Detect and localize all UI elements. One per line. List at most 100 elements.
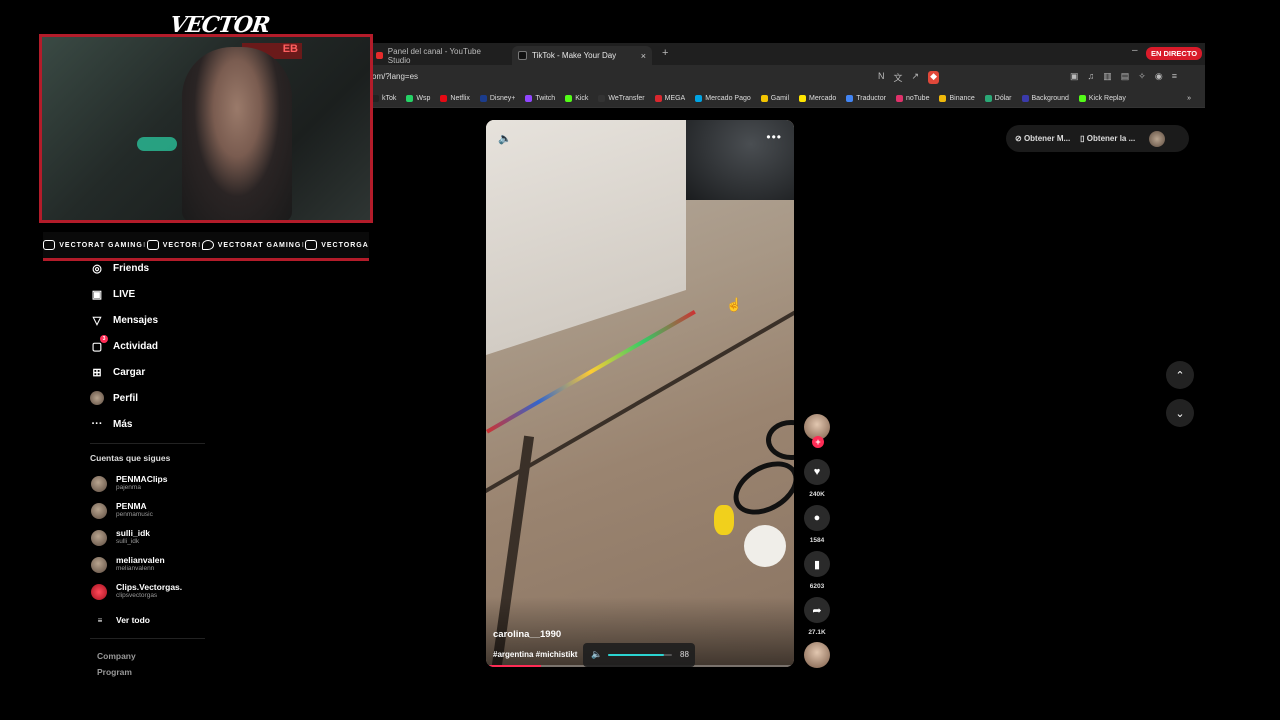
video-username[interactable]: carolina__1990 bbox=[493, 629, 561, 640]
sidebar-item-live[interactable]: ▣ LIVE bbox=[90, 287, 135, 301]
toolbar-icons: ▣ ♫ ▥ ▤ ✧ ◉ ≡ bbox=[1070, 71, 1177, 82]
bookmark-item[interactable]: Background bbox=[1021, 94, 1069, 102]
vpn-icon[interactable]: ◉ bbox=[1155, 71, 1163, 82]
volume-slider-fill bbox=[608, 654, 665, 656]
previous-video-button[interactable]: ⌃ bbox=[1166, 361, 1194, 389]
tab-youtube-studio[interactable]: Panel del canal - YouTube Studio bbox=[370, 46, 508, 65]
bookmark-item[interactable]: Traductor bbox=[846, 94, 886, 102]
bookmark-item[interactable]: Gamil bbox=[760, 94, 789, 102]
bookmark-label: WeTransfer bbox=[608, 94, 645, 102]
bookmark-item[interactable]: Wsp bbox=[406, 94, 430, 102]
video-hashtags[interactable]: #argentina #michistikt bbox=[493, 650, 577, 659]
speaker-icon[interactable]: 🔈 bbox=[591, 649, 602, 660]
brave-shield-icon[interactable]: ◆ bbox=[928, 71, 939, 84]
sidebar-icon[interactable]: ▥ bbox=[1103, 71, 1112, 82]
sidebar-item-friends[interactable]: ◎ Friends bbox=[90, 261, 149, 275]
volume-slider[interactable] bbox=[608, 654, 672, 656]
close-tab-icon[interactable]: × bbox=[641, 51, 646, 61]
share-button[interactable]: ➦ bbox=[804, 597, 830, 623]
leo-icon[interactable]: ✧ bbox=[1138, 71, 1146, 82]
tab-tiktok[interactable]: TikTok - Make Your Day × bbox=[512, 46, 652, 65]
chevron-up-icon: ⌃ bbox=[1175, 369, 1185, 382]
footer-program-link[interactable]: Program bbox=[97, 667, 132, 677]
sound-disc-avatar[interactable] bbox=[804, 642, 830, 668]
wallet-icon[interactable]: ▤ bbox=[1121, 71, 1130, 82]
bookmark-item[interactable]: Kick bbox=[565, 94, 588, 102]
sidebar-item-label: Mensajes bbox=[113, 314, 159, 326]
bookmark-item[interactable]: Disney+ bbox=[479, 94, 515, 102]
bookmark-item[interactable]: Mercado bbox=[799, 94, 836, 102]
bookmark-item[interactable]: kTok bbox=[372, 94, 396, 102]
bookmark-item[interactable]: Dólar bbox=[984, 94, 1012, 102]
tab-label: Panel del canal - YouTube Studio bbox=[387, 46, 481, 65]
bookmark-item[interactable]: Twitch bbox=[525, 94, 556, 102]
address-bar[interactable]: om/?lang=es N 文 ↗ ◆ ▣ ♫ ▥ ▤ ✧ ◉ ≡ bbox=[370, 65, 1205, 89]
bookmark-icon bbox=[1078, 94, 1086, 102]
footer-company-link[interactable]: Company bbox=[97, 651, 136, 661]
bookmark-item[interactable]: WeTransfer bbox=[598, 94, 645, 102]
next-video-button[interactable]: ⌄ bbox=[1166, 399, 1194, 427]
followed-account[interactable]: PENMAClips pajenma bbox=[91, 475, 167, 492]
sidebar-item-label: Cargar bbox=[113, 366, 146, 378]
like-button[interactable]: ♥ bbox=[804, 459, 830, 485]
account-name: PENMA bbox=[116, 501, 147, 511]
bookmark-icon bbox=[799, 94, 807, 102]
sidebar-item-activity[interactable]: ▢ 3 Actividad bbox=[90, 335, 158, 353]
user-avatar[interactable] bbox=[1149, 130, 1166, 147]
reader-icon[interactable]: N bbox=[878, 71, 885, 84]
avatar bbox=[91, 583, 107, 600]
get-app-1-button[interactable]: ⊘ Obtener M... bbox=[1015, 134, 1070, 143]
sound-icon[interactable]: 🔈 bbox=[498, 132, 512, 145]
bookmark-item[interactable]: noTube bbox=[895, 94, 929, 102]
bookmark-item[interactable]: Mercado Pago bbox=[695, 94, 751, 102]
messages-icon: ▽ bbox=[92, 314, 102, 327]
bookmark-item[interactable]: MEGA bbox=[654, 94, 686, 102]
more-options-icon[interactable]: ••• bbox=[766, 130, 782, 144]
twitch-social: VECTOR bbox=[146, 240, 198, 250]
minimize-button[interactable]: – bbox=[1132, 45, 1138, 56]
sidebar-item-messages[interactable]: ▽ Mensajes bbox=[90, 313, 158, 327]
social-label: VECTOR bbox=[162, 241, 198, 249]
account-username: pajenma bbox=[116, 484, 141, 491]
share-icon[interactable]: ↗ bbox=[912, 71, 920, 84]
profile-avatar bbox=[90, 391, 104, 405]
url-text[interactable]: om/?lang=es bbox=[372, 72, 418, 81]
menu-icon[interactable]: ≡ bbox=[1172, 71, 1177, 82]
sidebar-item-upload[interactable]: ⊞ Cargar bbox=[90, 365, 145, 379]
headset-light bbox=[137, 137, 177, 151]
bookmark-item[interactable]: Kick Replay bbox=[1078, 94, 1126, 102]
bookmark-label: MEGA bbox=[664, 94, 686, 102]
bookmark-label: Twitch bbox=[535, 94, 556, 102]
follow-plus-icon[interactable]: + bbox=[812, 436, 824, 448]
bookmark-item[interactable]: Netflix bbox=[440, 94, 470, 102]
followed-account[interactable]: melianvalen melianvalenn bbox=[91, 556, 165, 573]
bookmark-icon bbox=[939, 94, 947, 102]
sidebar-item-profile[interactable]: Perfil bbox=[90, 391, 138, 405]
more-icon: ··· bbox=[91, 418, 103, 430]
get-app-2-button[interactable]: ▯ Obtener la ... bbox=[1080, 134, 1135, 143]
followed-account[interactable]: PENMA penmamusic bbox=[91, 502, 153, 519]
new-tab-button[interactable]: + bbox=[662, 47, 668, 59]
instagram-social: VECTORGA bbox=[305, 240, 369, 250]
music-icon[interactable]: ♫ bbox=[1088, 71, 1095, 82]
social-label: VECTORGA bbox=[321, 241, 369, 249]
sidebar-item-more[interactable]: ··· Más bbox=[90, 417, 133, 431]
save-button[interactable]: ▮ bbox=[804, 551, 830, 577]
avatar bbox=[91, 502, 107, 519]
followed-account[interactable]: sulli_idk sulli_idk bbox=[91, 529, 150, 546]
video-object bbox=[714, 505, 734, 535]
bookmark-item[interactable]: Binance bbox=[939, 94, 975, 102]
sidebar-item-label: Perfil bbox=[113, 392, 139, 404]
tiktok-icon bbox=[518, 51, 527, 60]
extensions-icon[interactable]: ▣ bbox=[1070, 71, 1079, 82]
notification-badge: 3 bbox=[100, 335, 108, 343]
comment-button[interactable]: ● bbox=[804, 505, 830, 531]
bookmarks-overflow-icon[interactable]: » bbox=[1187, 95, 1191, 102]
bookmark-label: Dólar bbox=[994, 94, 1012, 102]
see-all-link[interactable]: ≡ Ver todo bbox=[93, 613, 150, 627]
followed-account[interactable]: Clips.Vectorgas. clipsvectorgas bbox=[91, 583, 182, 600]
bookmark-icon bbox=[984, 94, 992, 102]
instagram-icon bbox=[305, 240, 318, 250]
video-player[interactable]: 🔈 ••• carolina__1990 #argentina #michist… bbox=[486, 120, 794, 667]
translate-icon[interactable]: 文 bbox=[894, 71, 903, 84]
